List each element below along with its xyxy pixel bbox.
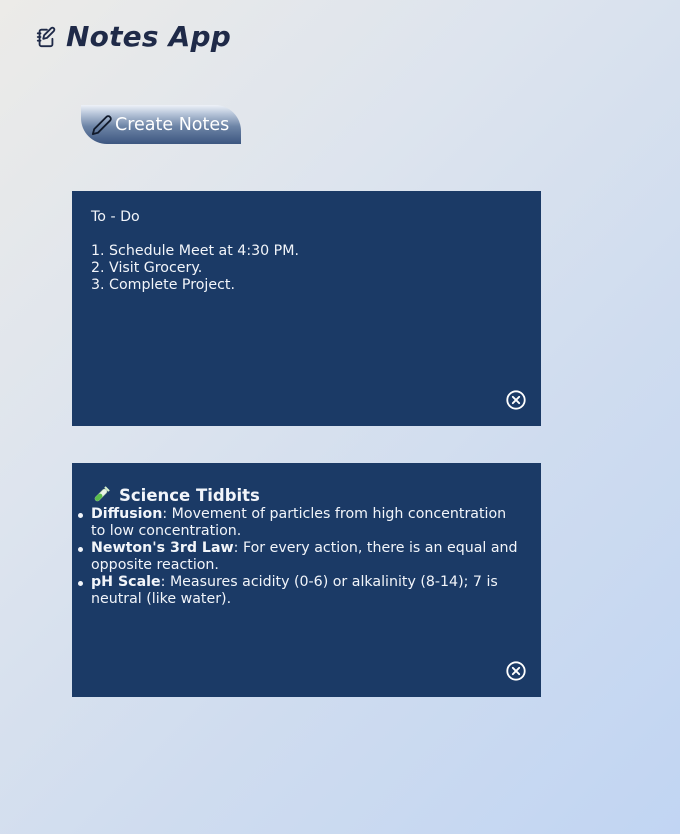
close-circle-icon[interactable] (505, 389, 527, 411)
list-item: Diffusion: Movement of particles from hi… (78, 506, 522, 540)
app-title: Notes App (66, 20, 232, 53)
note-line: 3. Complete Project. (91, 277, 235, 293)
create-notes-button[interactable]: Create Notes (81, 105, 241, 144)
note-line: 2. Visit Grocery. (91, 260, 203, 276)
term-label: Newton's 3rd Law (91, 540, 234, 556)
note-list: Diffusion: Movement of particles from hi… (78, 506, 522, 608)
close-circle-icon[interactable] (505, 660, 527, 682)
note-card-science[interactable]: Science Tidbits Diffusion: Movement of p… (72, 463, 541, 697)
notebook-edit-icon (34, 25, 58, 49)
term-label: pH Scale (91, 574, 161, 590)
note-card-todo[interactable]: To - Do 1. Schedule Meet at 4:30 PM. 2. … (72, 191, 541, 426)
test-tube-icon (91, 485, 111, 505)
note-title: To - Do (91, 209, 140, 225)
list-item: pH Scale: Measures acidity (0-6) or alka… (78, 574, 522, 608)
note-title-row: Science Tidbits (91, 485, 522, 505)
app-header: Notes App (34, 20, 231, 53)
note-line: 1. Schedule Meet at 4:30 PM. (91, 243, 299, 259)
term-label: Diffusion (91, 506, 163, 522)
pencil-icon (91, 113, 113, 137)
note-title: Science Tidbits (119, 485, 260, 505)
create-notes-label: Create Notes (115, 114, 230, 135)
list-item: Newton's 3rd Law: For every action, ther… (78, 540, 522, 574)
